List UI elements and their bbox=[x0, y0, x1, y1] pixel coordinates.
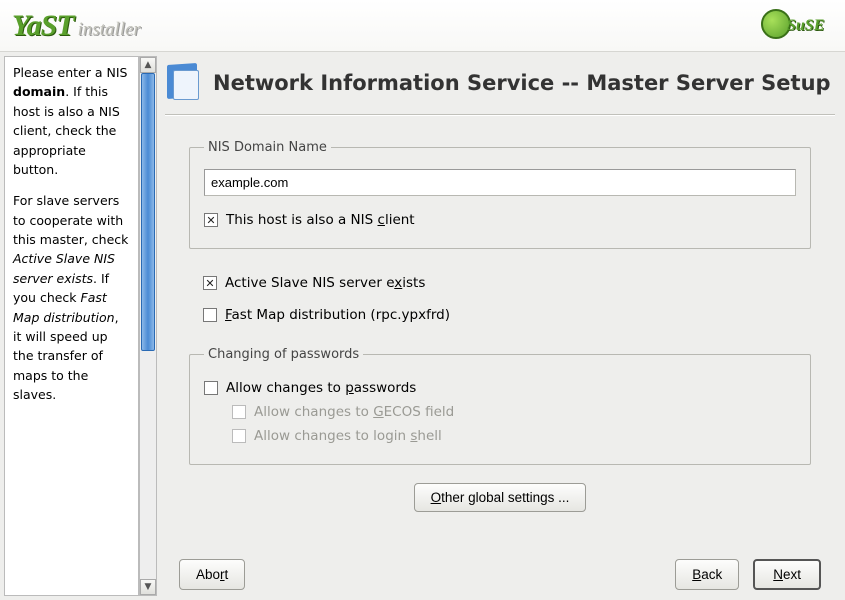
allow-gecos-label: Allow changes to GECOS field bbox=[254, 404, 454, 420]
allow-passwords-checkbox[interactable] bbox=[204, 381, 218, 395]
help-scrollbar[interactable]: ▲ ▼ bbox=[139, 56, 157, 596]
nis-domain-group: NIS Domain Name This host is also a NIS … bbox=[189, 140, 811, 249]
also-client-label: This host is also a NIS client bbox=[226, 212, 415, 228]
also-client-checkbox[interactable] bbox=[204, 213, 218, 227]
next-button[interactable]: Next bbox=[753, 559, 821, 590]
nis-domain-legend: NIS Domain Name bbox=[204, 140, 331, 155]
other-global-settings-button[interactable]: Other global settings ... bbox=[414, 483, 587, 512]
passwords-group: Changing of passwords Allow changes to p… bbox=[189, 347, 811, 465]
logo-yast-text: YaST bbox=[12, 9, 74, 43]
logo-installer-text: installer bbox=[78, 19, 141, 41]
allow-passwords-row[interactable]: Allow changes to passwords bbox=[204, 376, 796, 400]
suse-logo: SuSE bbox=[761, 7, 833, 45]
also-client-row[interactable]: This host is also a NIS client bbox=[204, 208, 796, 232]
nis-domain-input[interactable] bbox=[204, 169, 796, 196]
scroll-up-icon[interactable]: ▲ bbox=[140, 57, 156, 73]
active-slave-label: Active Slave NIS server exists bbox=[225, 275, 425, 291]
active-slave-row[interactable]: Active Slave NIS server exists bbox=[203, 267, 811, 299]
allow-shell-checkbox bbox=[232, 429, 246, 443]
fast-map-label: Fast Map distribution (rpc.ypxfrd) bbox=[225, 307, 450, 323]
allow-shell-row: Allow changes to login shell bbox=[232, 424, 796, 448]
abort-button[interactable]: Abort bbox=[179, 559, 245, 590]
main-panel: Network Information Service -- Master Se… bbox=[159, 52, 845, 600]
allow-gecos-checkbox bbox=[232, 405, 246, 419]
passwords-legend: Changing of passwords bbox=[204, 347, 363, 362]
scroll-track[interactable] bbox=[140, 73, 156, 579]
fast-map-checkbox[interactable] bbox=[203, 308, 217, 322]
page-title: Network Information Service -- Master Se… bbox=[213, 71, 831, 95]
help-panel: Please enter a NIS domain. If this host … bbox=[4, 56, 139, 596]
wizard-buttons: Abort Back Next bbox=[165, 553, 835, 592]
allow-passwords-label: Allow changes to passwords bbox=[226, 380, 416, 396]
title-separator bbox=[165, 114, 835, 116]
fast-map-row[interactable]: Fast Map distribution (rpc.ypxfrd) bbox=[203, 299, 811, 331]
document-icon bbox=[165, 64, 203, 102]
yast-logo: YaST installer bbox=[12, 9, 141, 43]
back-button[interactable]: Back bbox=[675, 559, 739, 590]
scroll-down-icon[interactable]: ▼ bbox=[140, 579, 156, 595]
app-header: YaST installer SuSE bbox=[0, 0, 845, 52]
allow-gecos-row: Allow changes to GECOS field bbox=[232, 400, 796, 424]
suse-text: SuSE bbox=[787, 17, 824, 35]
allow-shell-label: Allow changes to login shell bbox=[254, 428, 442, 444]
scroll-thumb[interactable] bbox=[141, 73, 155, 351]
active-slave-checkbox[interactable] bbox=[203, 276, 217, 290]
